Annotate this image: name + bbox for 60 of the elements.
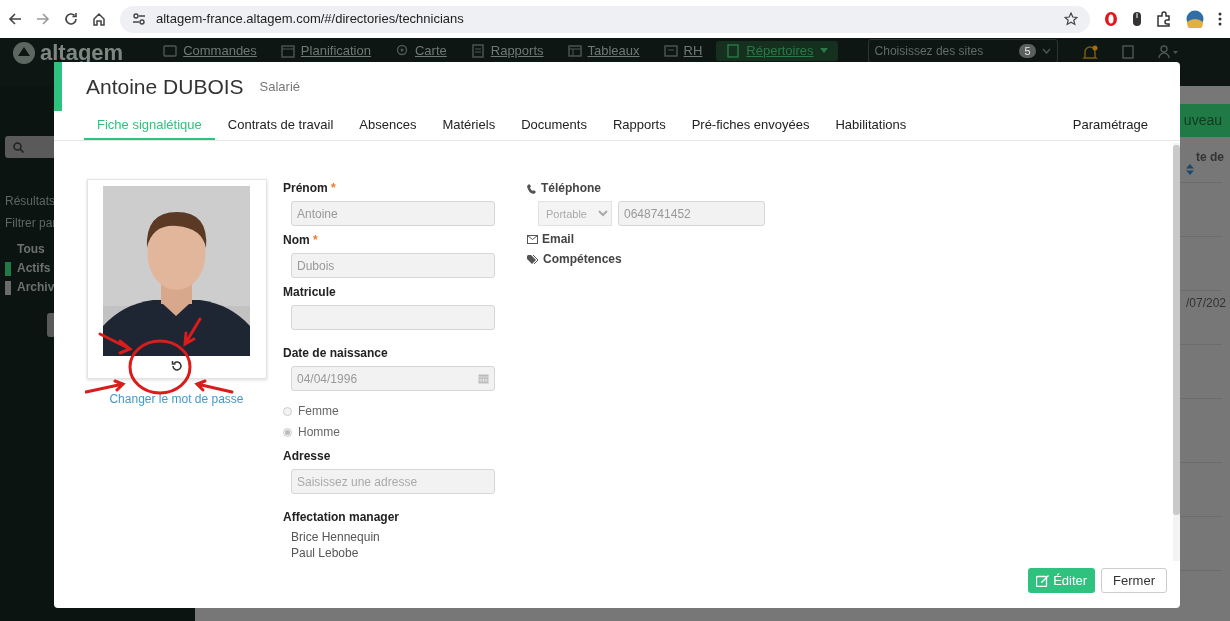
mouse-icon[interactable] xyxy=(1132,11,1142,27)
scrollbar[interactable] xyxy=(1173,143,1180,561)
bell-icon[interactable] xyxy=(1081,45,1098,61)
back-icon[interactable] xyxy=(8,12,22,26)
role-label: Salarié xyxy=(259,77,301,96)
forward-icon[interactable] xyxy=(36,12,50,26)
calendar-icon xyxy=(478,373,489,384)
field-label: Compétences xyxy=(543,252,622,267)
phone-icon xyxy=(527,183,537,194)
caret-icon xyxy=(819,48,828,54)
tags-icon xyxy=(527,254,539,265)
field-label: Date de naissance xyxy=(283,346,389,361)
card-icon xyxy=(663,44,678,58)
table-icon xyxy=(567,44,582,58)
bookmark-star-icon[interactable] xyxy=(1064,12,1078,26)
extension-icon[interactable] xyxy=(1104,11,1118,27)
envelope-icon xyxy=(527,235,538,244)
nav-item[interactable]: Répertoires xyxy=(716,41,838,61)
more-menu-icon[interactable] xyxy=(1218,12,1222,26)
search-icon xyxy=(13,141,24,153)
edit-icon xyxy=(1036,574,1050,587)
field-label: Adresse xyxy=(283,449,332,464)
reload-icon[interactable] xyxy=(64,12,78,26)
app-logo: altagem xyxy=(40,43,124,63)
nav-item[interactable]: Commandes xyxy=(153,41,267,61)
field-label: Matricule xyxy=(283,285,337,300)
filter-option[interactable]: Actifs xyxy=(17,259,51,278)
reset-icon[interactable] xyxy=(170,360,183,372)
field-label: Téléphone xyxy=(541,181,601,196)
puzzle-icon[interactable] xyxy=(1156,11,1172,27)
manager-name: Brice Hennequin xyxy=(291,529,381,545)
nav-item[interactable]: Carte xyxy=(384,41,457,61)
map-pin-icon xyxy=(394,44,409,58)
document-icon xyxy=(470,44,485,58)
logo-icon xyxy=(12,41,36,65)
radio-label: Femme xyxy=(298,403,339,420)
calendar-icon xyxy=(280,44,295,58)
nav-item[interactable]: RH xyxy=(653,41,713,61)
field-label: Nom * xyxy=(283,233,319,248)
nav-item[interactable]: Rapports xyxy=(460,41,554,61)
chevron-down-icon xyxy=(1041,48,1051,54)
profile-avatar-icon[interactable] xyxy=(1186,10,1204,28)
site-settings-icon[interactable] xyxy=(132,12,146,26)
field-label: Affectation manager xyxy=(283,510,401,525)
user-icon[interactable] xyxy=(1157,45,1178,59)
nav-item[interactable]: Planification xyxy=(270,41,381,61)
filter-option[interactable]: Tous xyxy=(17,240,45,259)
field-label: Email xyxy=(542,232,574,247)
manager-name: Paul Lebobe xyxy=(291,545,360,561)
field-label: Prénom * xyxy=(283,181,337,196)
sidebar-text: Filtrer par xyxy=(5,215,58,232)
table-cell-text: /07/202 xyxy=(1185,295,1226,312)
filter-option[interactable]: Archiv xyxy=(17,278,55,297)
box-icon xyxy=(163,44,178,58)
home-icon[interactable] xyxy=(92,12,106,26)
radio-label: Homme xyxy=(298,424,340,441)
nav-item[interactable]: Tableaux xyxy=(557,41,650,61)
person-name: Antoine DUBOIS xyxy=(86,73,244,100)
sidebar-text: Résultats xyxy=(5,193,57,210)
column-header[interactable]: te de xyxy=(1196,148,1224,166)
